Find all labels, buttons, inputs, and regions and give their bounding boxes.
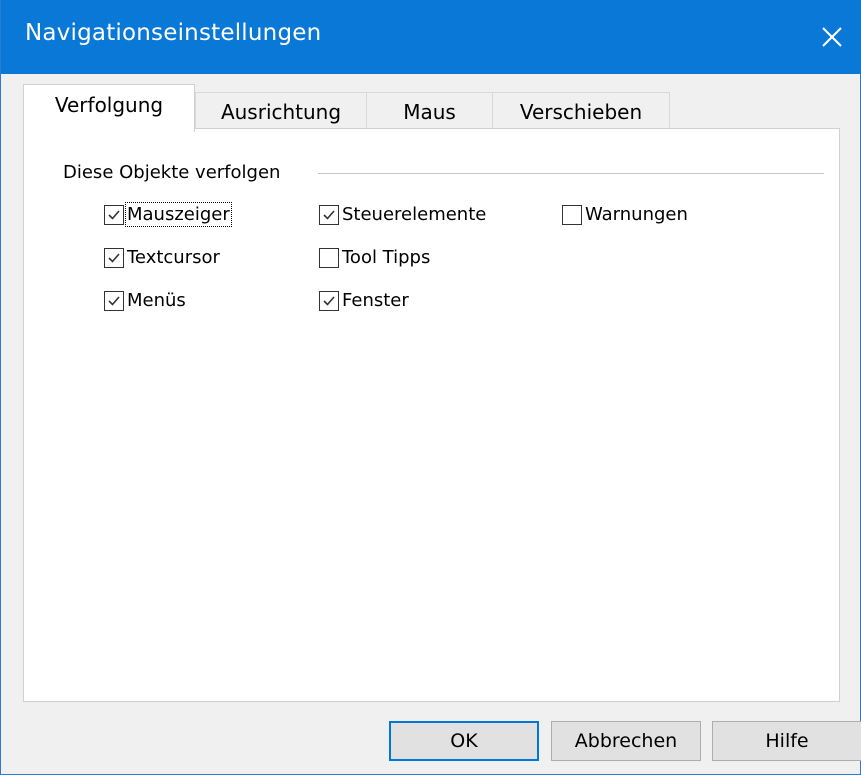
checkmark-icon (108, 252, 120, 263)
tab-label: Ausrichtung (220, 99, 342, 124)
checkbox-box[interactable] (562, 204, 582, 225)
tab-verfolgung[interactable]: Verfolgung (23, 84, 195, 132)
group-label: Diese Objekte verfolgen (63, 162, 291, 183)
ok-button[interactable]: OK (389, 721, 539, 761)
checkbox-box[interactable] (104, 290, 124, 311)
checkbox-box[interactable] (104, 204, 124, 225)
checkmark-icon (108, 209, 120, 220)
close-button[interactable] (802, 0, 861, 74)
checkbox-textcursor[interactable]: Textcursor (104, 247, 220, 268)
checkbox-label: Textcursor (127, 247, 220, 268)
checkbox-label: Menüs (127, 290, 186, 311)
checkbox-box[interactable] (319, 204, 339, 225)
checkbox-menus[interactable]: Menüs (104, 290, 186, 311)
checkbox-label: Steuerelemente (342, 204, 487, 225)
tab-label: Verfolgung (54, 93, 164, 117)
window-title: Navigationseinstellungen (25, 20, 322, 46)
checkbox-label: Fenster (342, 290, 409, 311)
cancel-button[interactable]: Abbrechen (551, 721, 701, 761)
tab-label: Verschieben (519, 99, 643, 124)
checkbox-box[interactable] (319, 290, 339, 311)
group-divider (318, 173, 824, 174)
checkbox-label: Warnungen (585, 204, 688, 225)
tab-verschieben[interactable]: Verschieben (492, 92, 670, 130)
tab-ausrichtung[interactable]: Ausrichtung (195, 92, 367, 130)
checkmark-icon (108, 295, 120, 306)
tab-panel-verfolgung: Diese Objekte verfolgen Mauszeiger Textc… (23, 128, 840, 702)
checkbox-warnungen[interactable]: Warnungen (562, 204, 688, 225)
checkbox-tool-tipps[interactable]: Tool Tipps (319, 247, 430, 268)
checkbox-fenster[interactable]: Fenster (319, 290, 409, 311)
checkbox-box[interactable] (319, 247, 339, 268)
tab-strip: Verfolgung Ausrichtung Maus Verschieben (23, 84, 843, 132)
tab-maus[interactable]: Maus (366, 92, 493, 130)
dialog-window: Navigationseinstellungen Verfolgung Ausr… (0, 0, 861, 775)
tab-label: Maus (403, 99, 456, 124)
checkmark-icon (323, 209, 335, 220)
title-bar[interactable]: Navigationseinstellungen (1, 0, 861, 74)
checkbox-box[interactable] (104, 247, 124, 268)
checkmark-icon (323, 295, 335, 306)
checkbox-label: Tool Tipps (342, 247, 431, 268)
close-icon (822, 27, 842, 47)
help-button[interactable]: Hilfe (712, 721, 861, 761)
checkbox-steuerelemente[interactable]: Steuerelemente (319, 204, 486, 225)
checkbox-label: Mauszeiger (125, 202, 232, 227)
checkbox-mauszeiger[interactable]: Mauszeiger (104, 202, 232, 227)
